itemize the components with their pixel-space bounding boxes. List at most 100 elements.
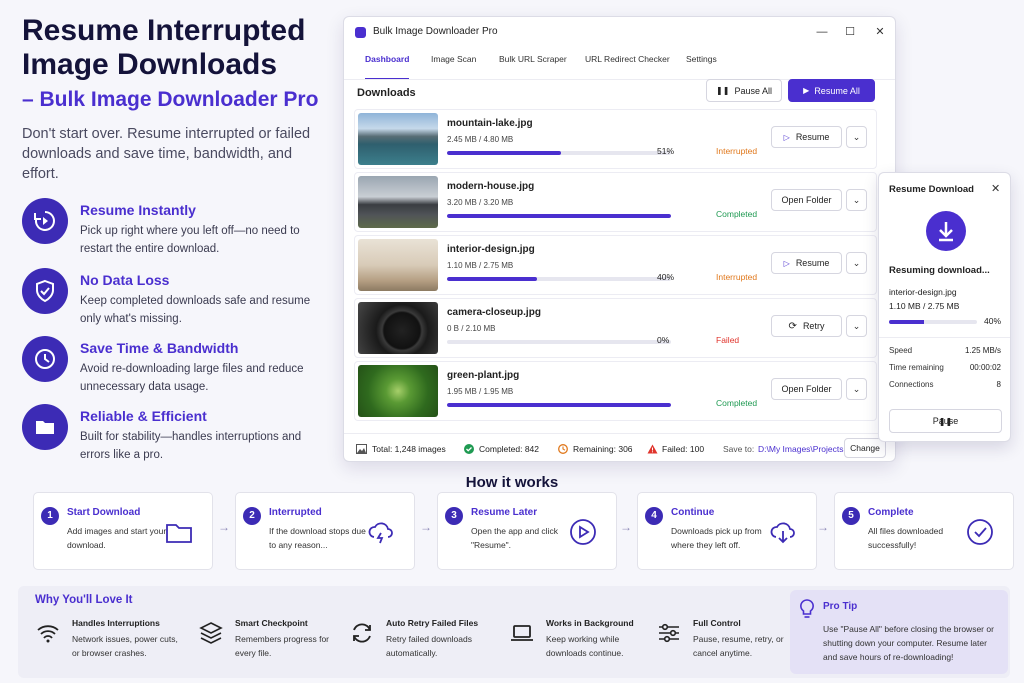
progress-bar — [447, 277, 671, 281]
save-path-link[interactable]: D:\My Images\Projects — [758, 444, 844, 454]
feature-title: Save Time & Bandwidth — [80, 340, 239, 356]
feature-desc: Avoid re-downloading large files and red… — [80, 363, 304, 393]
status-badge: Completed — [716, 398, 758, 408]
retry-icon: ⟳ — [788, 320, 797, 332]
row-menu-chevron[interactable]: ⌄ — [846, 315, 867, 337]
step-resume-later: 3 Resume Later Open the app and click "R… — [437, 492, 617, 570]
why-item-title: Smart Checkpoint — [235, 618, 308, 628]
file-name: modern-house.jpg — [447, 181, 535, 192]
step-desc: If the download stops due to any reason.… — [269, 526, 366, 550]
resuming-text: Resuming download... — [889, 265, 990, 276]
app-title: Bulk Image Downloader Pro — [373, 26, 498, 37]
minimize-button[interactable]: — — [812, 23, 832, 41]
play-icon: ▷ — [783, 132, 790, 142]
step-complete: 5 Complete All files downloaded successf… — [834, 492, 1014, 570]
why-item-title: Full Control — [693, 618, 741, 628]
open-folder-button[interactable]: Open Folder — [771, 189, 842, 211]
feature-resume-instantly: Resume Instantly Pick up right where you… — [22, 198, 332, 260]
why-item-title: Works in Background — [546, 618, 634, 628]
cloud-download-icon — [770, 522, 795, 544]
popup-divider — [879, 337, 1010, 338]
step-number: 1 — [41, 507, 59, 525]
layers-icon — [199, 622, 223, 644]
status-badge: Interrupted — [716, 146, 758, 156]
step-title: Continue — [671, 507, 715, 518]
action-label: Resume — [795, 258, 830, 268]
resume-all-button[interactable]: ▶ Resume All — [788, 79, 875, 102]
step-number: 2 — [243, 507, 261, 525]
why-item-desc: Network issues, power cuts, or browser c… — [72, 634, 178, 658]
warning-icon — [647, 444, 658, 456]
popup-file-size: 1.10 MB / 2.75 MB — [889, 301, 960, 311]
step-desc: All files downloaded successfully! — [868, 526, 944, 550]
title-bar: Bulk Image Downloader Pro — ☐ ✕ — [344, 17, 895, 47]
file-size: 1.95 MB / 1.95 MB — [447, 387, 514, 396]
close-button[interactable]: ✕ — [870, 23, 890, 41]
resume-cycle-icon — [22, 198, 68, 244]
status-badge: Failed — [716, 335, 740, 345]
tab-bulk-url-scraper[interactable]: Bulk URL Scraper — [499, 47, 567, 87]
row-menu-chevron[interactable]: ⌄ — [846, 189, 867, 211]
feature-reliable: Reliable & Efficient Built for stability… — [22, 404, 332, 466]
pause-all-button[interactable]: ❚❚ Pause All — [706, 79, 782, 102]
popup-file-name: interior-design.jpg — [889, 287, 957, 297]
download-row: green-plant.jpg 1.95 MB / 1.95 MB Comple… — [354, 361, 877, 421]
feature-title: Reliable & Efficient — [80, 408, 207, 424]
completed-count: Completed: 842 — [479, 444, 540, 454]
retry-button[interactable]: ⟳ Retry — [771, 315, 842, 337]
status-footer: Total: 1,248 images Completed: 842 Remai… — [344, 433, 895, 461]
progress-fill — [447, 403, 671, 407]
tab-dashboard[interactable]: Dashboard — [365, 47, 410, 80]
time-label: Time remaining — [889, 363, 944, 372]
why-item-title: Handles Interruptions — [72, 618, 160, 628]
why-item-auto-retry: Auto Retry Failed Files Retry failed dow… — [349, 616, 499, 676]
tab-image-scan[interactable]: Image Scan — [431, 47, 476, 87]
remaining-count: Remaining: 306 — [573, 444, 633, 454]
resume-button[interactable]: ▷ Resume — [771, 252, 842, 274]
popup-close-button[interactable]: ✕ — [991, 182, 1000, 195]
pause-label: Pause — [932, 416, 959, 426]
hero-subtitle: – Bulk Image Downloader Pro — [22, 88, 319, 111]
step-desc: Downloads pick up from where they left o… — [671, 526, 762, 550]
progress-fill — [889, 320, 925, 324]
thumbnail-interior-design — [358, 239, 438, 291]
feature-desc: Keep completed downloads safe and resume… — [80, 295, 311, 325]
clock-icon — [558, 444, 568, 456]
why-section: Why You'll Love It Handles Interruptions… — [18, 586, 1010, 678]
download-row: mountain-lake.jpg 2.45 MB / 4.80 MB 51% … — [354, 109, 877, 169]
row-menu-chevron[interactable]: ⌄ — [846, 378, 867, 400]
file-name: camera-closeup.jpg — [447, 307, 541, 318]
popup-percent: 40% — [984, 316, 1002, 326]
check-circle-icon — [967, 519, 993, 545]
why-item-desc: Retry failed downloads automatically. — [386, 634, 472, 658]
step-arrow: → — [817, 520, 829, 534]
feature-save-time: Save Time & Bandwidth Avoid re-downloadi… — [22, 336, 332, 398]
thumbnail-modern-house — [358, 176, 438, 228]
thumbnail-camera-closeup — [358, 302, 438, 354]
maximize-button[interactable]: ☐ — [840, 23, 860, 41]
tab-url-redirect-checker[interactable]: URL Redirect Checker — [585, 47, 670, 87]
thumbnail-green-plant — [358, 365, 438, 417]
app-window: Bulk Image Downloader Pro — ☐ ✕ Dashboar… — [343, 16, 896, 462]
lightbulb-icon — [800, 599, 814, 618]
step-desc: Add images and start your download. — [67, 526, 167, 550]
progress-fill — [447, 151, 562, 155]
speed-value: 1.25 MB/s — [964, 346, 1001, 355]
progress-bar — [447, 403, 671, 407]
clock-icon — [22, 336, 68, 382]
pause-button[interactable]: ❚❚ Pause — [889, 409, 1002, 433]
row-menu-chevron[interactable]: ⌄ — [846, 126, 867, 148]
speed-label: Speed — [889, 346, 913, 355]
pause-all-label: Pause All — [734, 85, 772, 96]
step-number: 5 — [842, 507, 860, 525]
step-number: 4 — [645, 507, 663, 525]
download-row: modern-house.jpg 3.20 MB / 3.20 MB Compl… — [354, 172, 877, 232]
open-folder-button[interactable]: Open Folder — [771, 378, 842, 400]
why-item-checkpoint: Smart Checkpoint Remembers progress for … — [198, 616, 348, 676]
download-row: interior-design.jpg 1.10 MB / 2.75 MB 40… — [354, 235, 877, 295]
file-name: interior-design.jpg — [447, 244, 535, 255]
resume-button[interactable]: ▷ Resume — [771, 126, 842, 148]
step-title: Interrupted — [269, 507, 322, 518]
progress-percent: 40% — [657, 272, 675, 282]
row-menu-chevron[interactable]: ⌄ — [846, 252, 867, 274]
